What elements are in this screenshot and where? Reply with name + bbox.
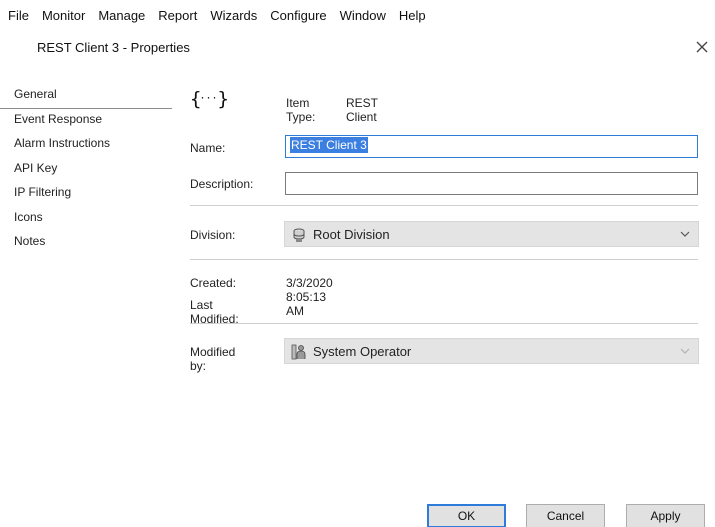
created-label: Created: — [190, 276, 237, 290]
modified-by-label: Modified by: — [190, 345, 236, 373]
name-field-value: REST Client 3 — [290, 137, 368, 153]
menu-configure[interactable]: Configure — [264, 0, 333, 32]
name-field[interactable]: REST Client 3 — [285, 135, 698, 158]
division-value: Root Division — [313, 227, 390, 242]
last-modified-label: Last Modified: — [190, 298, 239, 326]
nav-item-alarm-instructions[interactable]: Alarm Instructions — [0, 133, 180, 158]
created-value: 3/3/2020 8:05:13 AM — [286, 276, 333, 318]
division-label: Division: — [190, 228, 236, 242]
dialog-title: REST Client 3 - Properties — [37, 40, 190, 55]
chevron-down-icon — [680, 231, 690, 237]
nav-item-event-response[interactable]: Event Response — [0, 109, 180, 134]
menu-window[interactable]: Window — [334, 0, 393, 32]
menu-help[interactable]: Help — [393, 0, 433, 32]
divider — [190, 259, 698, 260]
nav-item-icons[interactable]: Icons — [0, 207, 180, 232]
divider — [190, 323, 698, 324]
chevron-down-icon — [680, 348, 690, 354]
operator-icon — [291, 344, 306, 360]
nav-item-api-key[interactable]: API Key — [0, 158, 180, 183]
menu-report[interactable]: Report — [152, 0, 204, 32]
modified-by-dropdown: System Operator — [284, 338, 699, 364]
nav-item-ip-filtering[interactable]: IP Filtering — [0, 182, 180, 207]
apply-button[interactable]: Apply — [626, 504, 705, 527]
item-type-value: REST Client — [346, 96, 378, 124]
menu-file[interactable]: File — [2, 0, 36, 32]
curly-braces-icon: {···} — [190, 88, 229, 110]
name-label: Name: — [190, 141, 226, 155]
dialog-title-bar: REST Client 3 - Properties — [0, 32, 715, 64]
menu-bar: File Monitor Manage Report Wizards Confi… — [0, 0, 715, 32]
menu-wizards[interactable]: Wizards — [204, 0, 264, 32]
nav-item-notes[interactable]: Notes — [0, 231, 180, 256]
property-nav: General Event Response Alarm Instruction… — [0, 84, 180, 256]
division-icon — [293, 228, 305, 242]
cancel-button[interactable]: Cancel — [526, 504, 605, 527]
nav-item-general[interactable]: General — [0, 84, 172, 109]
modified-by-value: System Operator — [313, 344, 412, 359]
description-label: Description: — [190, 177, 254, 191]
menu-monitor[interactable]: Monitor — [36, 0, 92, 32]
ok-button[interactable]: OK — [427, 504, 506, 527]
description-field[interactable] — [285, 172, 698, 195]
item-type-label: Item Type: — [286, 96, 316, 124]
division-dropdown[interactable]: Root Division — [284, 221, 699, 247]
close-icon[interactable] — [692, 36, 712, 58]
divider — [190, 205, 698, 206]
menu-manage[interactable]: Manage — [92, 0, 152, 32]
